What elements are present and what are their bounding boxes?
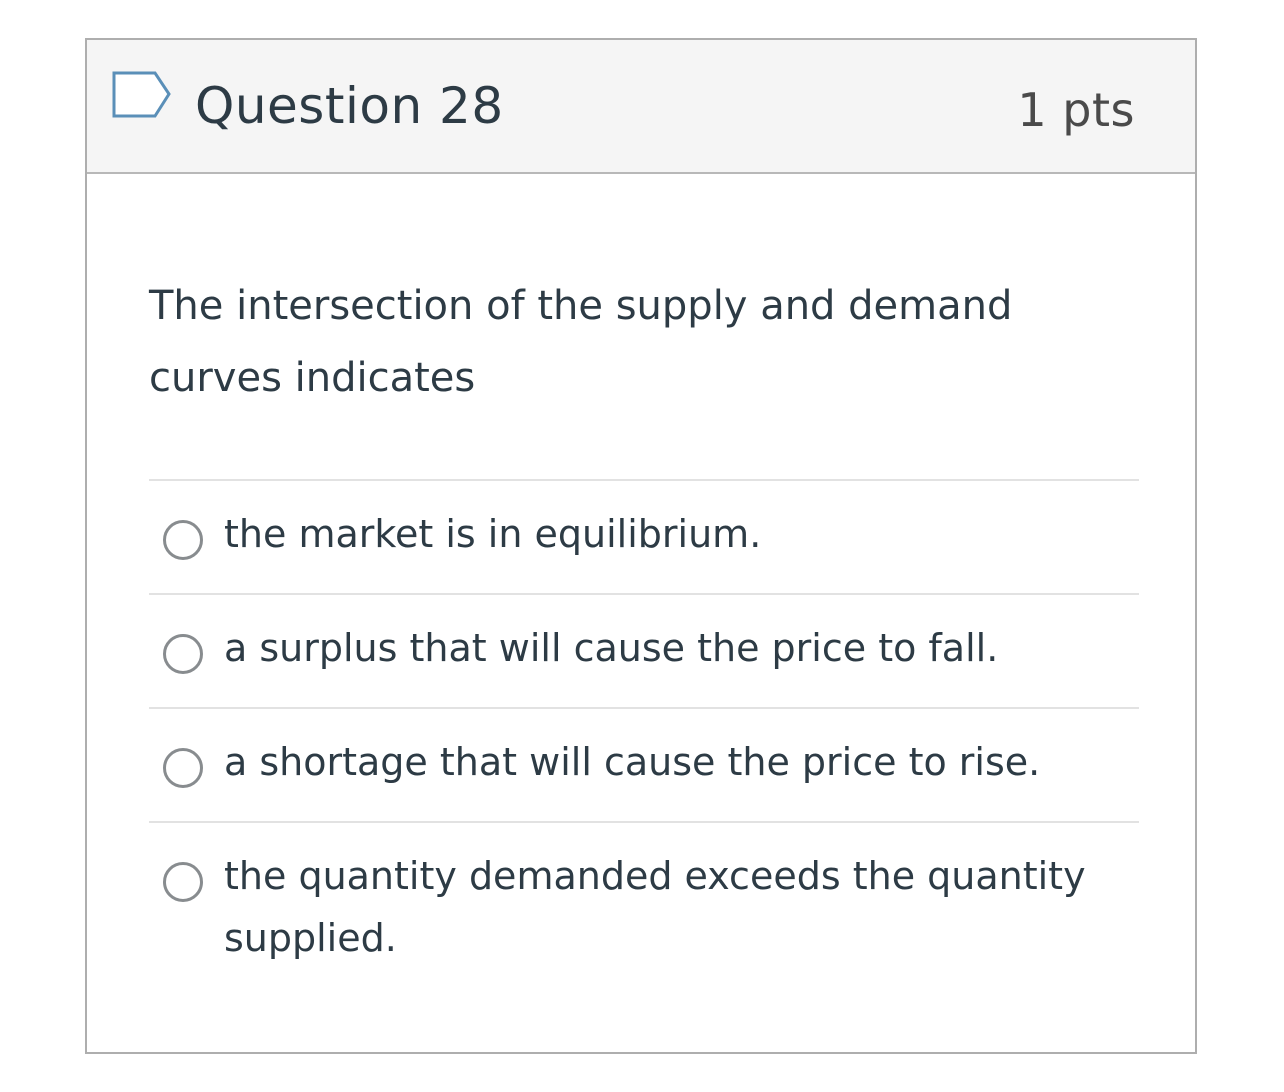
answer-label[interactable]: a surplus that will cause the price to f…	[224, 617, 1104, 679]
radio-button[interactable]	[163, 520, 203, 560]
question-text: The intersection of the supply and deman…	[149, 283, 1013, 401]
flag-question-icon[interactable]	[111, 70, 173, 120]
question-points: 1 pts	[1017, 83, 1135, 137]
answer-label[interactable]: the quantity demanded exceeds the quanti…	[224, 845, 1104, 969]
answer-option-1[interactable]: the market is in equilibrium.	[149, 479, 1139, 593]
answer-label[interactable]: the market is in equilibrium.	[224, 503, 1104, 565]
answer-option-2[interactable]: a surplus that will cause the price to f…	[149, 593, 1139, 707]
radio-button[interactable]	[163, 862, 203, 902]
radio-button[interactable]	[163, 748, 203, 788]
answer-option-4[interactable]: the quantity demanded exceeds the quanti…	[149, 821, 1139, 991]
answer-option-3[interactable]: a shortage that will cause the price to …	[149, 707, 1139, 821]
question-card: Question 28 1 pts The intersection of th…	[85, 38, 1197, 1054]
answer-list: the market is in equilibrium. a surplus …	[149, 479, 1139, 991]
radio-button[interactable]	[163, 634, 203, 674]
answer-label[interactable]: a shortage that will cause the price to …	[224, 731, 1104, 793]
question-header: Question 28 1 pts	[87, 40, 1195, 174]
question-title: Question 28	[195, 77, 504, 135]
